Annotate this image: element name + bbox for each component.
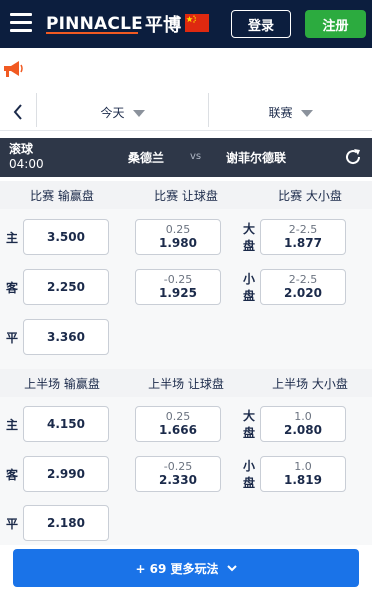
china-flag-icon[interactable]	[185, 14, 209, 32]
away-label: 客	[6, 281, 19, 295]
date-dropdown[interactable]: 今天	[37, 93, 208, 131]
handicap-odds-button[interactable]: -0.25 1.925	[135, 269, 221, 305]
caret-down-icon	[300, 109, 313, 117]
home-team: 桑德兰	[128, 151, 165, 165]
odds-button[interactable]: 2.180	[23, 505, 109, 541]
header-handicap: 上半场 让球盘	[148, 376, 224, 391]
chevron-down-icon	[226, 565, 237, 572]
handicap-line: -0.25	[163, 273, 193, 286]
totals-line: 1.0	[294, 410, 312, 423]
logo[interactable]: PINNACLE 平博	[46, 11, 181, 37]
odds-value: 1.819	[284, 473, 322, 487]
match-clock: 04:00	[9, 157, 44, 171]
live-status: 滚球	[9, 142, 34, 156]
under-label: 小盘	[243, 272, 256, 303]
handicap-line: 0.25	[165, 223, 191, 236]
logo-text: PINNACLE	[46, 14, 143, 34]
more-markets-button[interactable]: + 69 更多玩法	[13, 549, 359, 587]
odds-value: 4.150	[47, 417, 85, 431]
login-button[interactable]: 登录	[231, 10, 291, 38]
logo-cn: 平博	[144, 15, 182, 36]
totals-line: 2-2.5	[288, 273, 318, 286]
date-dropdown-label: 今天	[100, 105, 125, 120]
home-label: 主	[6, 231, 19, 245]
vs-label: vs	[190, 151, 202, 162]
draw-label: 平	[6, 517, 19, 531]
odds-value: 2.080	[284, 423, 322, 437]
header-moneyline: 比赛 输赢盘	[30, 188, 94, 203]
away-team: 谢菲尔德联	[226, 151, 287, 165]
odds-value: 2.250	[47, 280, 85, 294]
filter-bar: 今天 联赛	[0, 93, 372, 131]
over-label: 大盘	[243, 409, 256, 440]
menu-icon[interactable]	[10, 13, 32, 33]
odds-button[interactable]: 2.250	[23, 269, 109, 305]
odds-value: 1.980	[159, 236, 197, 250]
handicap-odds-button[interactable]: 0.25 1.980	[135, 219, 221, 255]
match-header: 滚球 04:00 桑德兰 vs 谢菲尔德联	[0, 138, 372, 177]
refresh-icon[interactable]	[343, 147, 363, 167]
odds-button[interactable]: 3.360	[23, 319, 109, 355]
fulltime-headers: 比赛 输赢盘 比赛 让球盘 比赛 大小盘	[0, 181, 372, 209]
header-totals: 上半场 大小盘	[272, 376, 348, 391]
caret-down-icon	[132, 109, 145, 117]
draw-label: 平	[6, 331, 19, 345]
totals-odds-button[interactable]: 2-2.5 1.877	[260, 219, 346, 255]
league-dropdown-label: 联赛	[268, 105, 293, 120]
odds-button[interactable]: 2.990	[23, 456, 109, 492]
totals-line: 2-2.5	[288, 223, 318, 236]
more-markets-label: + 69 更多玩法	[135, 561, 219, 576]
totals-odds-button[interactable]: 1.0 1.819	[260, 456, 346, 492]
handicap-line: -0.25	[163, 460, 193, 473]
odds-button[interactable]: 3.500	[23, 219, 109, 255]
handicap-odds-button[interactable]: 0.25 1.666	[135, 406, 221, 442]
away-label: 客	[6, 468, 19, 482]
over-label: 大盘	[243, 222, 256, 253]
odds-button[interactable]: 4.150	[23, 406, 109, 442]
totals-line: 1.0	[294, 460, 312, 473]
megaphone-icon[interactable]	[2, 59, 24, 79]
totals-odds-button[interactable]: 1.0 2.080	[260, 406, 346, 442]
odds-value: 1.925	[159, 286, 197, 300]
odds-value: 3.500	[47, 230, 85, 244]
odds-value: 2.990	[47, 467, 85, 481]
back-chevron-icon[interactable]	[3, 93, 33, 131]
register-button[interactable]: 注册	[305, 10, 366, 38]
odds-value: 2.020	[284, 286, 322, 300]
header-handicap: 比赛 让球盘	[154, 188, 218, 203]
home-label: 主	[6, 418, 19, 432]
header-totals: 比赛 大小盘	[278, 188, 342, 203]
league-dropdown[interactable]: 联赛	[209, 93, 372, 131]
header-moneyline: 上半场 输赢盘	[24, 376, 100, 391]
odds-value: 3.360	[47, 330, 85, 344]
odds-value: 2.180	[47, 516, 85, 530]
handicap-odds-button[interactable]: -0.25 2.330	[135, 456, 221, 492]
firsthalf-headers: 上半场 输赢盘 上半场 让球盘 上半场 大小盘	[0, 369, 372, 397]
odds-value: 1.877	[284, 236, 322, 250]
handicap-line: 0.25	[165, 410, 191, 423]
odds-value: 2.330	[159, 473, 197, 487]
odds-value: 1.666	[159, 423, 197, 437]
under-label: 小盘	[243, 459, 256, 490]
top-bar: PINNACLE 平博 登录 注册	[0, 0, 372, 48]
totals-odds-button[interactable]: 2-2.5 2.020	[260, 269, 346, 305]
